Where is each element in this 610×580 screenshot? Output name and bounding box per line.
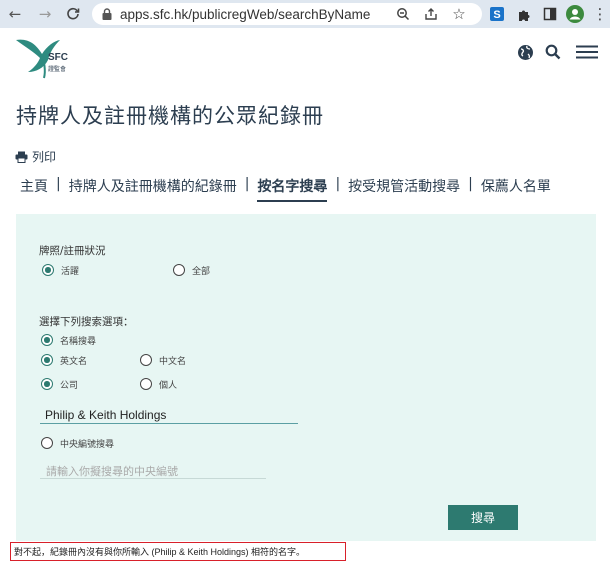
ce-search-label: 中央編號搜尋 (60, 440, 115, 450)
status-active-radio[interactable] (42, 264, 54, 276)
english-name-label: 英文名 (60, 357, 88, 367)
arrow-right-icon[interactable]: → (34, 3, 56, 25)
tab-home[interactable]: 主頁 (20, 176, 48, 202)
no-result-text: 對不起，紀錄冊內沒有與你所輸入 (Philip & Keith Holdings… (14, 547, 306, 557)
tab-search-by-activity[interactable]: 按受規管活動搜尋 (348, 176, 460, 202)
print-label: 列印 (32, 150, 57, 164)
share-icon[interactable] (422, 5, 440, 23)
tab-search-by-name[interactable]: 按名字搜尋 (257, 176, 328, 202)
no-result-message: 對不起，紀錄冊內沒有與你所輸入 (Philip & Keith Holdings… (10, 542, 346, 561)
more-menu-icon[interactable]: ⋮ (590, 4, 610, 24)
tab-register[interactable]: 持牌人及註冊機構的紀錄冊 (69, 176, 237, 202)
ce-input-underline (40, 478, 266, 479)
status-active-label: 活躍 (61, 267, 80, 277)
url-text: apps.sfc.hk/publicregWeb/searchByName?lo… (120, 6, 370, 22)
company-radio[interactable] (41, 378, 53, 390)
tab-separator: | (468, 176, 473, 192)
profile-avatar-icon[interactable] (565, 4, 585, 24)
nav-tabs: 主頁 | 持牌人及註冊機構的紀錄冊 | 按名字搜尋 | 按受規管活動搜尋 | 保… (20, 176, 551, 202)
status-all-label: 全部 (192, 267, 211, 277)
star-icon[interactable]: ☆ (450, 5, 468, 23)
tab-separator: | (244, 176, 250, 192)
puzzle-icon[interactable] (514, 4, 534, 24)
page-title: 持牌人及註冊機構的公眾紀錄冊 (16, 104, 324, 128)
zoom-icon[interactable] (394, 5, 412, 23)
search-icon[interactable] (543, 42, 563, 62)
ce-number-input[interactable]: 請輸入你擬搜尋的中央編號 (46, 463, 178, 479)
name-search-label: 名稱搜尋 (60, 337, 97, 347)
print-link[interactable]: 列印 (15, 148, 56, 165)
site-header: SFC 證監會 (0, 28, 610, 84)
printer-icon (15, 151, 28, 163)
tab-sponsor-list[interactable]: 保薦人名單 (481, 176, 551, 202)
tab-separator: | (56, 176, 61, 192)
search-form-panel (16, 214, 596, 541)
lock-icon (102, 8, 112, 20)
hamburger-menu-icon[interactable] (575, 42, 599, 62)
name-input[interactable]: Philip & Keith Holdings (45, 408, 166, 422)
browser-toolbar: ← → apps.sfc.hk/publicregWeb/searchByNam… (0, 0, 610, 28)
extension-s-icon[interactable]: S (487, 4, 507, 24)
search-options-label: 選擇下列搜索選項： (39, 316, 134, 328)
search-button[interactable]: 搜尋 (448, 505, 518, 530)
sidepanel-icon[interactable] (540, 4, 560, 24)
reload-icon[interactable] (62, 3, 84, 25)
logo-subtext: 證監會 (48, 66, 67, 73)
logo-text: SFC (48, 52, 68, 63)
chinese-name-radio[interactable] (140, 354, 152, 366)
svg-text:S: S (493, 9, 500, 21)
name-input-underline (40, 423, 298, 424)
tab-separator: | (335, 176, 341, 192)
globe-icon[interactable] (515, 42, 535, 62)
english-name-radio[interactable] (41, 354, 53, 366)
individual-label: 個人 (159, 381, 178, 391)
status-label: 牌照/註冊狀況 (39, 245, 106, 257)
sfc-logo[interactable]: SFC 證監會 (14, 32, 94, 80)
company-label: 公司 (60, 381, 79, 391)
address-bar[interactable]: apps.sfc.hk/publicregWeb/searchByName?lo… (92, 3, 482, 25)
name-search-radio[interactable] (41, 334, 53, 346)
ce-search-radio[interactable] (41, 437, 53, 449)
chinese-name-label: 中文名 (159, 357, 187, 367)
status-all-radio[interactable] (173, 264, 185, 276)
individual-radio[interactable] (140, 378, 152, 390)
arrow-left-icon[interactable]: ← (4, 3, 26, 25)
